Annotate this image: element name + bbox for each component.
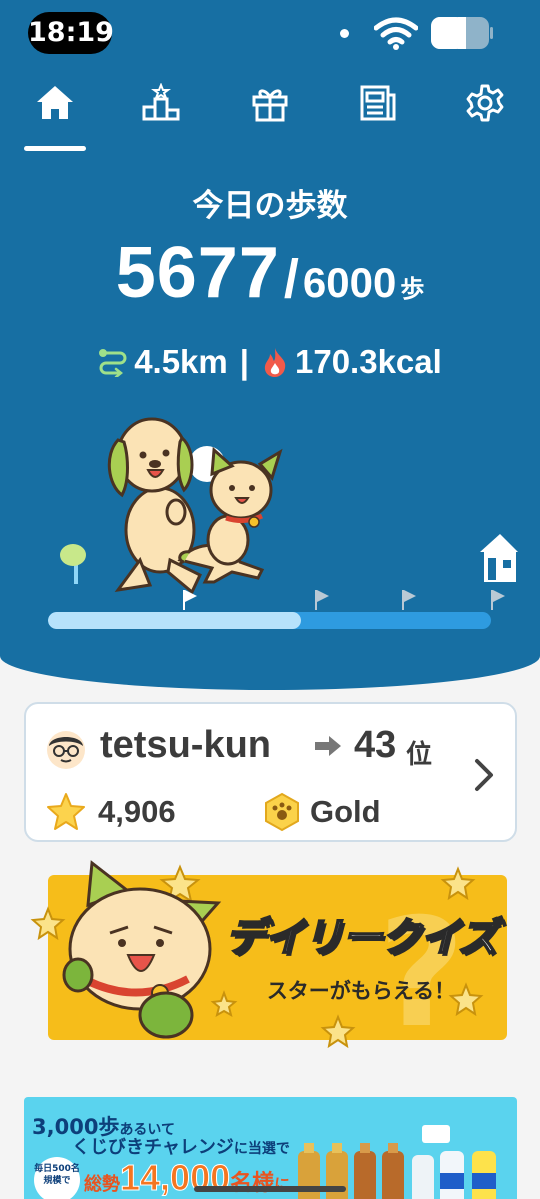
steps-unit: 歩 [400, 275, 425, 303]
avatar [47, 731, 85, 769]
daily-quiz-banner[interactable]: ? デイリークイズ スターがもらえる！ [30, 860, 507, 1061]
quiz-subtitle: スターがもらえる！ [266, 979, 456, 1003]
dog-character [107, 417, 202, 595]
flame-icon [264, 348, 286, 377]
chevron-right-icon [475, 759, 493, 791]
rank-number: 43 [354, 724, 397, 766]
steps-progress-fill [48, 612, 301, 629]
metrics-separator: | [239, 343, 249, 380]
ad-win-text: に当選で [233, 1141, 290, 1157]
star-count: 4,906 [98, 794, 176, 829]
tab-settings[interactable] [452, 76, 518, 130]
arrow-right-icon [315, 736, 341, 756]
tab-home[interactable] [22, 76, 88, 130]
tab-ranking[interactable] [128, 76, 194, 130]
flag-icon-1 [183, 590, 197, 610]
walking-characters-illustration [60, 417, 518, 610]
steps-goal: 6000 [302, 259, 397, 306]
star-icon [47, 793, 85, 830]
house-icon [480, 534, 518, 582]
battery-icon [431, 17, 493, 49]
gift-icon [252, 89, 288, 122]
gold-badge-icon [265, 792, 299, 832]
calories-value: 170.3kcal [295, 343, 442, 380]
quiz-title: デイリークイズ [224, 914, 499, 962]
distance-icon [99, 349, 127, 377]
steps-slash: / [283, 249, 299, 309]
metrics-row: 4.5km | 170.3kcal [0, 340, 540, 384]
ranking-card[interactable]: tetsu-kun 43 位 4,906 Gold [24, 702, 517, 842]
flag-icon-3 [402, 590, 416, 610]
tree-icon [60, 544, 86, 584]
steps-counter: 5677/6000 歩 [0, 232, 540, 322]
steps-title: 今日の歩数 [192, 188, 348, 224]
active-tab-indicator [24, 146, 86, 151]
podium-icon [142, 83, 180, 121]
tab-news[interactable] [345, 76, 411, 130]
steps-progress-bar [48, 612, 491, 629]
distance-value: 4.5km [134, 343, 228, 380]
flag-icon-2 [315, 590, 329, 610]
steps-current: 5677 [115, 233, 280, 313]
status-time: 18:19 [28, 12, 114, 54]
ad-line-2: くじびきチャレンジに当選で [72, 1133, 290, 1159]
ad-daily-badge: 毎日500名規模で [34, 1157, 80, 1199]
newspaper-icon [360, 85, 396, 121]
ad-lottery-text: くじびきチャレンジ [72, 1137, 234, 1158]
gear-icon [466, 84, 504, 122]
tab-gift[interactable] [237, 76, 303, 130]
flag-icon-4 [491, 590, 505, 610]
quiz-cat-character [62, 860, 222, 1039]
username: tetsu-kun [100, 724, 271, 766]
home-icon [37, 86, 73, 119]
rank-unit: 位 [406, 740, 433, 770]
status-bar: 18:19 [0, 0, 540, 64]
tier-label: Gold [310, 794, 381, 829]
campaign-ad-banner[interactable]: 3,000歩あるいて くじびきチャレンジに当選で 毎日500名規模で 総勢14,… [24, 1097, 517, 1199]
notification-dot [340, 29, 349, 38]
home-indicator[interactable] [194, 1186, 346, 1192]
ad-winners-unit: 名様 [230, 1171, 275, 1196]
ad-line-3: 総勢14,000名様に [84, 1157, 290, 1199]
wifi-icon [374, 17, 418, 50]
ad-total-text: 総勢 [84, 1174, 120, 1195]
top-navigation [0, 70, 540, 160]
